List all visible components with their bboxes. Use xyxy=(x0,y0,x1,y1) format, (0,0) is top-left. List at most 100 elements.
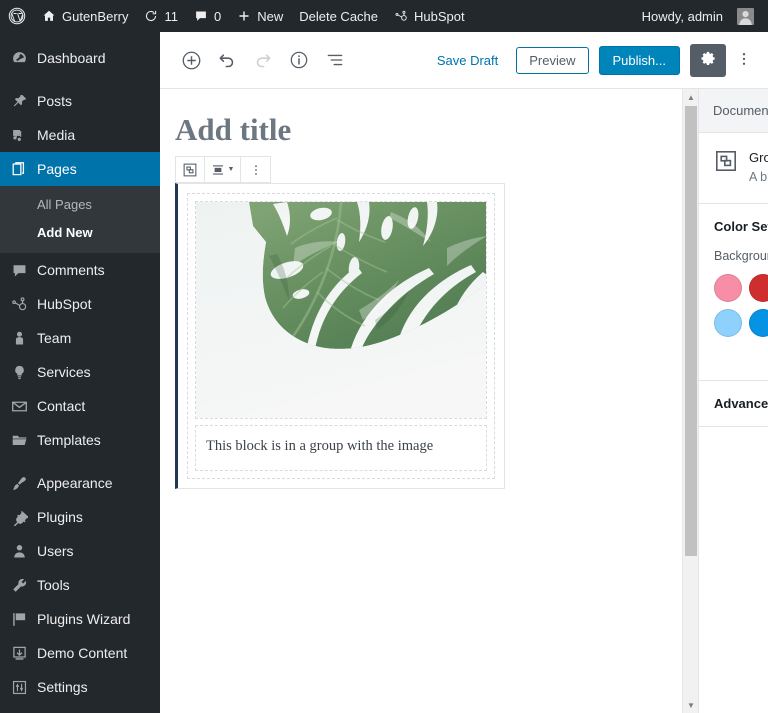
plus-icon xyxy=(237,9,251,23)
tab-document[interactable]: Document xyxy=(699,89,768,132)
sidebar-item-users[interactable]: Users xyxy=(0,534,160,568)
admin-bar-item-hubspot[interactable]: HubSpot xyxy=(386,0,473,32)
sidebar-item-services[interactable]: Services xyxy=(0,355,160,389)
admin-sidebar-menu: Dashboard Posts Media Pages All Pages Ad… xyxy=(0,32,160,713)
group-block[interactable]: This block is in a group with the image xyxy=(175,183,505,489)
sidebar-item-demo-content[interactable]: Demo Content xyxy=(0,636,160,670)
sidebar-item-dashboard[interactable]: Dashboard xyxy=(0,41,160,75)
submenu-item-all-pages[interactable]: All Pages xyxy=(0,191,160,219)
settings-tabs: Document Block × xyxy=(699,89,768,133)
background-color-swatches xyxy=(714,274,768,338)
sidebar-item-appearance[interactable]: Appearance xyxy=(0,466,160,500)
admin-bar-item-updates[interactable]: 11 xyxy=(136,0,186,32)
sidebar-item-media[interactable]: Media xyxy=(0,118,160,152)
advanced-panel-header[interactable]: Advanced xyxy=(699,381,768,426)
preview-button[interactable]: Preview xyxy=(516,46,589,74)
image-block[interactable] xyxy=(195,201,487,420)
publish-button[interactable]: Publish... xyxy=(598,45,680,75)
save-draft-button[interactable]: Save Draft xyxy=(427,53,508,68)
sidebar-item-tools[interactable]: Tools xyxy=(0,568,160,602)
sidebar-item-posts[interactable]: Posts xyxy=(0,84,160,118)
block-card-title: Group xyxy=(749,150,768,165)
block-type-group-icon[interactable] xyxy=(176,157,205,183)
more-tools-button[interactable] xyxy=(729,42,759,78)
color-settings-panel: Color Settings Background Color xyxy=(699,204,768,382)
submenu-item-add-new[interactable]: Add New xyxy=(0,219,160,247)
canvas-scrollbar[interactable]: ▲ ▼ xyxy=(682,89,698,713)
sidebar-item-label: Dashboard xyxy=(37,50,106,66)
sidebar-item-settings[interactable]: Settings xyxy=(0,670,160,704)
sidebar-item-label: Media xyxy=(37,127,76,143)
sidebar-item-plugins-wizard[interactable]: Plugins Wizard xyxy=(0,602,160,636)
block-navigation-button[interactable] xyxy=(317,42,353,78)
block-card-description: A block that groups other blocks. xyxy=(749,169,768,184)
admin-bar-item-delete-cache[interactable]: Delete Cache xyxy=(291,0,386,32)
sidebar-item-label: Plugins Wizard xyxy=(37,611,131,627)
sidebar-item-templates[interactable]: Templates xyxy=(0,423,160,457)
undo-button[interactable] xyxy=(209,42,245,78)
lightbulb-icon xyxy=(11,364,37,381)
editor-header: Save Draft Preview Publish... xyxy=(160,32,768,89)
settings-toggle-button[interactable] xyxy=(690,43,726,77)
new-content-label: New xyxy=(257,8,284,24)
user-icon xyxy=(11,543,37,560)
sidebar-item-team[interactable]: Team xyxy=(0,321,160,355)
home-icon xyxy=(42,9,56,23)
sidebar-item-label: Users xyxy=(37,543,74,559)
pin-icon xyxy=(11,93,37,110)
wrench-icon xyxy=(11,577,37,594)
sidebar-item-pages[interactable]: Pages xyxy=(0,152,160,186)
media-icon xyxy=(11,127,37,144)
updates-icon xyxy=(144,9,158,23)
avatar xyxy=(737,7,754,25)
monstera-leaf-image xyxy=(196,202,486,419)
change-alignment-icon[interactable]: ▼ xyxy=(205,157,241,183)
sidebar-item-label: Team xyxy=(37,330,72,346)
more-options-icon[interactable] xyxy=(241,157,270,182)
group-block-inner-container: This block is in a group with the image xyxy=(187,193,495,479)
scrollbar-down-arrow-icon[interactable]: ▼ xyxy=(683,697,699,713)
sidebar-item-comments[interactable]: Comments xyxy=(0,253,160,287)
sidebar-item-contact[interactable]: Contact xyxy=(0,389,160,423)
background-color-label: Background Color xyxy=(714,249,768,264)
comment-icon xyxy=(11,262,37,279)
paragraph-text[interactable]: This block is in a group with the image xyxy=(206,436,476,458)
admin-bar-item-comments[interactable]: 0 xyxy=(186,0,229,32)
color-swatch-vivid-red[interactable] xyxy=(749,274,768,303)
color-swatch-vivid-cyan-blue[interactable] xyxy=(749,309,768,338)
paragraph-block[interactable]: This block is in a group with the image xyxy=(195,425,487,471)
scrollbar-thumb[interactable] xyxy=(685,106,697,556)
content-structure-button[interactable] xyxy=(281,42,317,78)
menu-spacer-top xyxy=(0,32,160,41)
sidebar-item-label: HubSpot xyxy=(37,296,92,312)
color-swatch-pale-pink[interactable] xyxy=(714,274,742,303)
color-swatch-pale-cyan-blue[interactable] xyxy=(714,309,742,338)
site-name-label: GutenBerry xyxy=(62,8,129,24)
scrollbar-up-arrow-icon[interactable]: ▲ xyxy=(683,89,699,105)
wordpress-logo-button[interactable] xyxy=(0,0,34,32)
color-settings-panel-header[interactable]: Color Settings xyxy=(699,204,768,249)
post-title-input[interactable]: Add title xyxy=(175,89,523,156)
admin-bar-item-new-content[interactable]: New xyxy=(229,0,291,32)
sidebar-item-hubspot[interactable]: HubSpot xyxy=(0,287,160,321)
color-settings-panel-title: Color Settings xyxy=(714,219,768,235)
add-block-button[interactable] xyxy=(173,42,209,78)
admin-bar-right: Howdy, admin xyxy=(634,0,768,32)
sidebar-item-label: Demo Content xyxy=(37,645,128,661)
comment-icon xyxy=(194,9,208,23)
sidebar-item-label: Tools xyxy=(37,577,70,593)
my-account-menu[interactable]: Howdy, admin xyxy=(634,0,762,32)
editor-canvas-scroll-region: Add title ▼ This block is in a group wit… xyxy=(160,89,538,713)
dashboard-icon xyxy=(11,50,37,67)
sidebar-item-label: Templates xyxy=(37,432,101,448)
pages-icon xyxy=(11,161,37,178)
admin-bar-item-site-name[interactable]: GutenBerry xyxy=(34,0,136,32)
updates-count: 11 xyxy=(164,8,178,24)
settings-icon xyxy=(11,679,37,696)
redo-button[interactable] xyxy=(245,42,281,78)
sidebar-item-label: Contact xyxy=(37,398,86,414)
brush-icon xyxy=(11,475,37,492)
sidebar-item-label: Posts xyxy=(37,93,73,109)
ellipsis-vertical-icon xyxy=(735,50,753,71)
sidebar-item-plugins[interactable]: Plugins xyxy=(0,500,160,534)
